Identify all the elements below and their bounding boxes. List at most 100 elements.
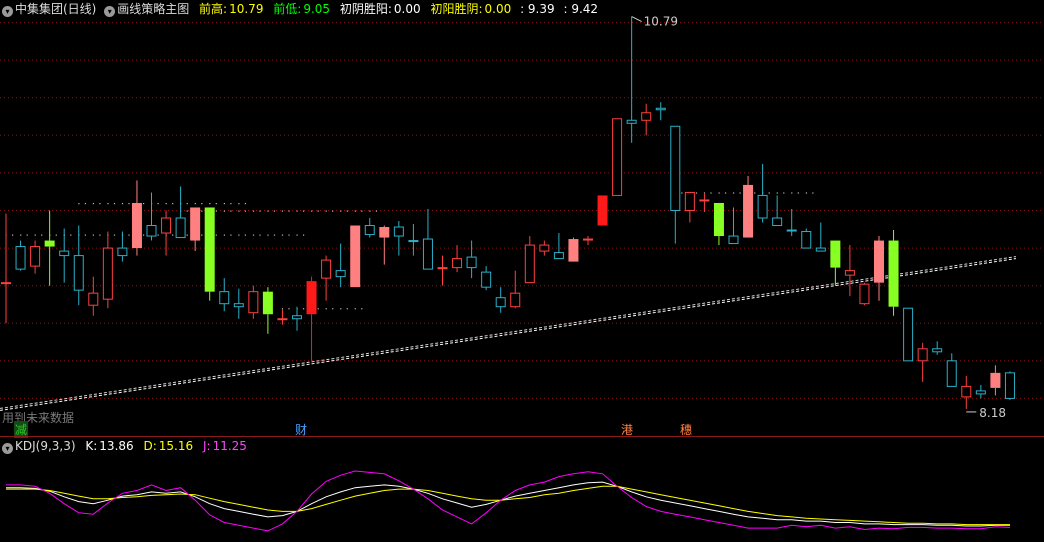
prev-low-value: 9.05 (303, 2, 331, 16)
extra-value-2: : 9.42 (563, 2, 599, 16)
candle-body (583, 238, 593, 241)
level-dot (223, 210, 225, 212)
candle-body (15, 246, 26, 270)
level-dot (244, 203, 246, 205)
level-dot (259, 210, 261, 212)
candle (684, 191, 695, 223)
yang-value: 0.00 (484, 2, 512, 16)
candle-body (772, 217, 783, 227)
candle-body (684, 191, 695, 211)
candle (306, 276, 317, 361)
stock-menu-icon[interactable]: ▾ (2, 6, 13, 17)
candle (815, 222, 826, 252)
level-dot (812, 192, 814, 194)
candle-body (437, 267, 448, 270)
candle (728, 207, 739, 245)
level-dot (281, 210, 284, 212)
candle-body (292, 315, 302, 320)
kdj-menu-icon[interactable]: ▾ (2, 443, 13, 454)
candle-body (510, 292, 521, 308)
level-dot (230, 210, 232, 212)
indicator-menu-icon[interactable]: ▾ (104, 6, 116, 17)
candle (917, 342, 928, 382)
level-dot (375, 210, 377, 212)
candle-body (233, 303, 244, 308)
level-dot (26, 234, 28, 236)
kdj-header: ▾ KDJ(9,3,3) K: 13.86 D: 15.16 J: 11.25 (0, 437, 249, 455)
level-dot (78, 203, 80, 205)
level-dot (710, 192, 712, 194)
candle (277, 309, 288, 325)
level-dot (354, 308, 356, 310)
level-dot (252, 210, 255, 212)
candle (190, 207, 201, 252)
candle (379, 225, 390, 265)
level-dot (252, 234, 255, 236)
level-dot (107, 203, 109, 205)
level-dot (223, 234, 225, 236)
candle-body (917, 348, 928, 362)
level-dot (317, 210, 319, 212)
j-label: J: (202, 439, 211, 453)
candle (844, 245, 855, 297)
candle (15, 240, 26, 271)
level-dot (99, 203, 101, 205)
level-dot (317, 308, 319, 310)
candle-body (757, 194, 768, 219)
candle (524, 236, 535, 284)
candle (583, 236, 593, 246)
candle (204, 207, 215, 301)
d-label: D: (143, 439, 157, 453)
candle-body (102, 247, 113, 300)
candle (350, 225, 361, 288)
candle (452, 245, 463, 273)
level-dot (805, 192, 807, 194)
level-dot (238, 210, 240, 212)
candle (321, 255, 332, 301)
candle (961, 375, 972, 409)
candle (292, 306, 302, 331)
level-dot (121, 203, 124, 205)
candle-body (626, 119, 637, 124)
candle (510, 270, 521, 309)
candle (990, 365, 1001, 396)
candle (553, 233, 564, 260)
candlestick-chart[interactable]: 10.79 8.18 (0, 0, 1044, 436)
level-dot (201, 203, 203, 205)
level-dot (296, 234, 298, 236)
candle (408, 224, 419, 256)
candle-body (495, 297, 506, 308)
level-dot (84, 203, 86, 205)
level-dot (303, 308, 305, 310)
candle-body (728, 235, 739, 245)
candle-body (146, 225, 157, 237)
candle-body (321, 259, 332, 279)
candle (161, 210, 172, 256)
candle-body (524, 244, 535, 284)
candle-body (670, 125, 681, 211)
candle-body (801, 231, 812, 249)
main-header: ▾ 中集集团(日线) ▾ 画线策略主图 前高: 10.79 前低: 9.05 初阴胜阳:… (0, 0, 600, 18)
level-dot (70, 234, 72, 236)
level-dot (361, 308, 363, 310)
candle (786, 208, 797, 237)
candle (713, 202, 724, 246)
k-line (6, 481, 1010, 527)
level-dot (718, 192, 720, 194)
level-dot (113, 234, 116, 236)
level-dot (55, 234, 57, 236)
level-dot (797, 192, 799, 194)
level-dot (194, 203, 196, 205)
level-dot (303, 234, 305, 236)
candle (30, 240, 41, 274)
candle (175, 186, 186, 239)
candle-body (961, 385, 972, 398)
level-dot (288, 308, 290, 310)
candle (655, 102, 666, 121)
level-dot (157, 234, 159, 236)
candle-body (888, 240, 899, 307)
level-dot (681, 192, 683, 194)
level-dot (340, 210, 342, 212)
level-dot (281, 234, 284, 236)
candle-body (597, 195, 608, 226)
